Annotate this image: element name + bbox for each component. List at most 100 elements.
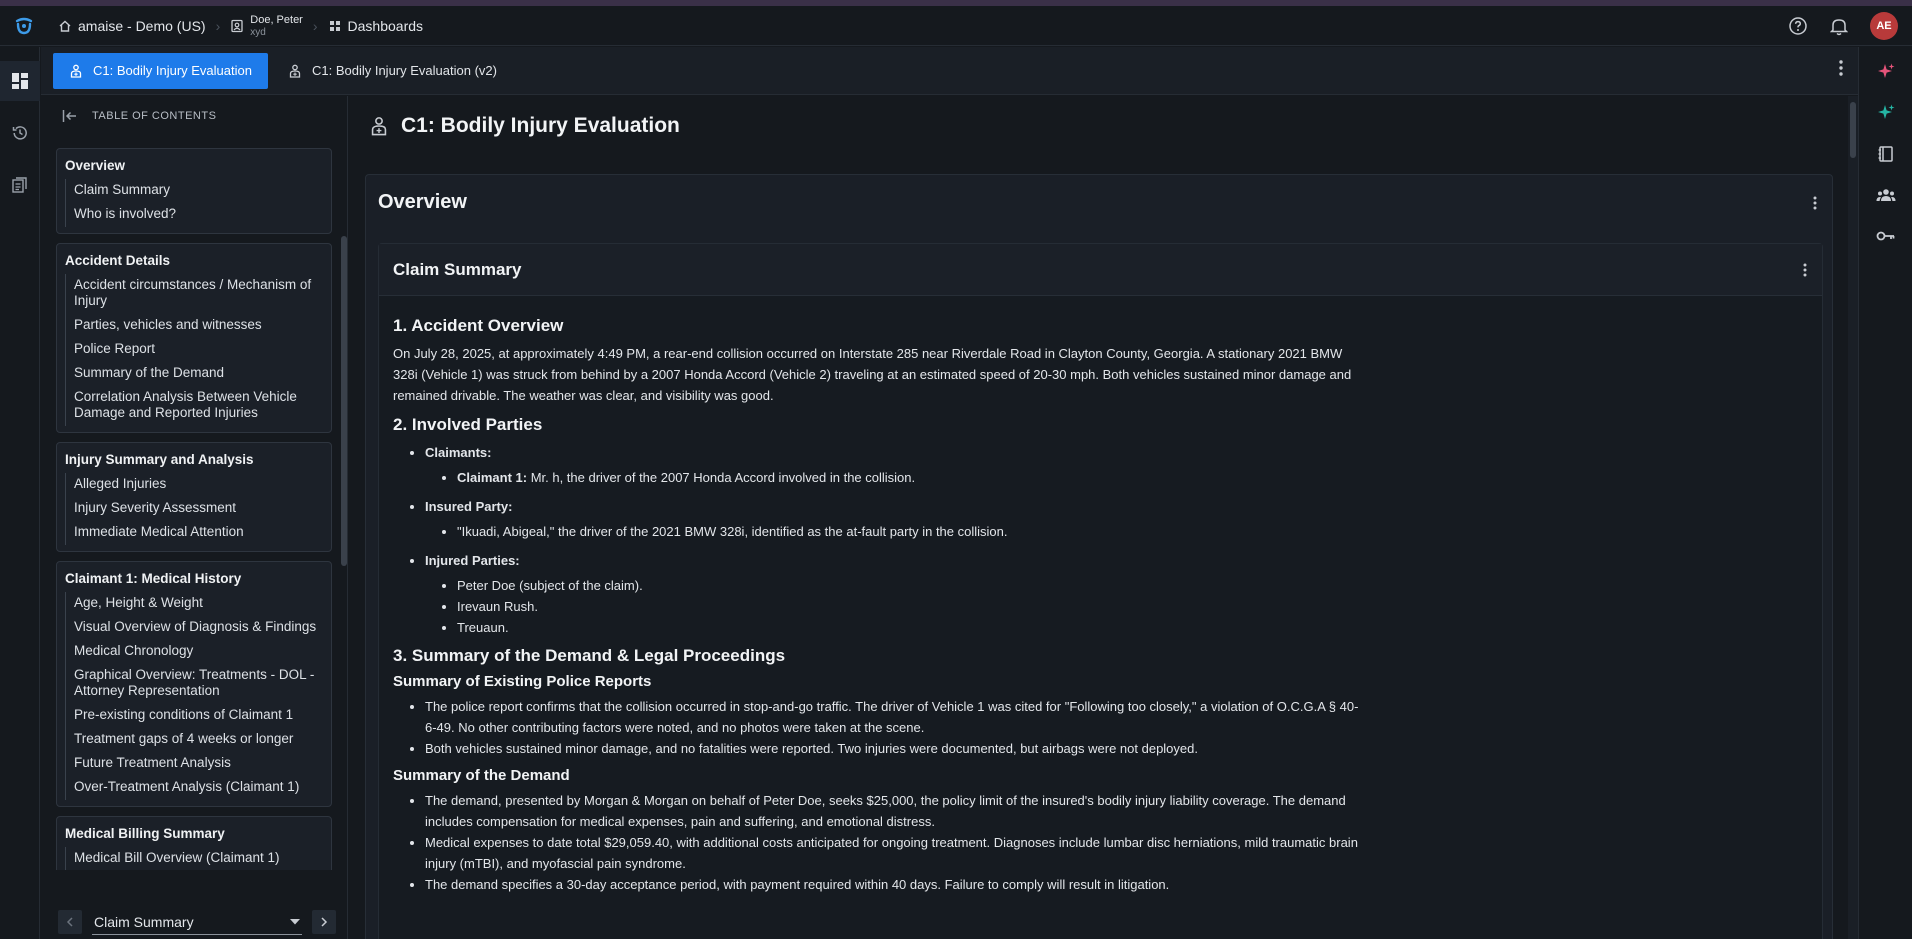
breadcrumb-org[interactable]: amaise - Demo (US) [48, 18, 216, 34]
main-content: C1: Bodily Injury Evaluation Overview Cl… [349, 96, 1858, 939]
breadcrumb-dashboards[interactable]: Dashboards [318, 18, 434, 34]
toc-item[interactable]: Pre-existing conditions of Claimant 1 [66, 704, 331, 728]
breadcrumb-person-sub: xyd [250, 26, 266, 38]
dashboard-icon [328, 19, 342, 33]
toc-group-title[interactable]: Medical Billing Summary [57, 826, 331, 847]
breadcrumb-person[interactable]: Doe, Peter xyd [220, 14, 313, 38]
injured-label: Injured Parties: [425, 553, 520, 568]
list-item: The demand specifies a 30-day acceptance… [425, 874, 1363, 895]
toc-item[interactable]: Age, Height & Weight [66, 592, 331, 616]
breadcrumb-org-label: amaise - Demo (US) [78, 17, 206, 34]
list-item: The police report confirms that the coll… [425, 696, 1363, 738]
list-item: Irevaun Rush. [457, 596, 1363, 617]
toc-group-items: Medical Bill Overview (Claimant 1) [65, 847, 331, 870]
breadcrumb-person-name: Doe, Peter [250, 13, 303, 26]
collapse-panel-icon[interactable] [62, 109, 78, 123]
tab-label: C1: Bodily Injury Evaluation (v2) [311, 63, 497, 78]
tab-bodily-injury-evaluation-v2[interactable]: C1: Bodily Injury Evaluation (v2) [272, 53, 513, 89]
list-item: "Ikuadi, Abigeal," the driver of the 202… [457, 521, 1363, 542]
next-section-button[interactable] [312, 910, 336, 934]
toc-item[interactable]: Injury Severity Assessment [66, 497, 331, 521]
right-rail [1858, 47, 1912, 939]
claim-summary-content: 1. Accident Overview On July 28, 2025, a… [393, 316, 1363, 903]
list-item: Treuaun. [457, 617, 1363, 638]
tab-bodily-injury-evaluation[interactable]: C1: Bodily Injury Evaluation [53, 52, 268, 89]
toc-item[interactable]: Alleged Injuries [66, 473, 331, 497]
claim-summary-title: Claim Summary [393, 259, 522, 279]
toc-group-title[interactable]: Overview [57, 158, 331, 179]
left-rail [0, 47, 40, 939]
toc-item[interactable]: Immediate Medical Attention [66, 521, 331, 545]
toc-group-items: Claim Summary Who is involved? [65, 179, 331, 227]
people-icon [1876, 186, 1896, 204]
notification-bell-icon[interactable] [1830, 16, 1848, 36]
table-of-contents: TABLE OF CONTENTS Overview Claim Summary W… [48, 96, 348, 939]
toc-header: TABLE OF CONTENTS [48, 96, 347, 136]
accident-overview-heading: 1. Accident Overview [393, 316, 564, 335]
toc-group-title[interactable]: Claimant 1: Medical History [57, 571, 331, 592]
list-item: Claimant 1: Mr. h, the driver of the 200… [457, 467, 1363, 488]
help-icon[interactable] [1788, 16, 1808, 36]
list-item: Medical expenses to date total $29,059.4… [425, 832, 1363, 874]
toc-item[interactable]: Treatment gaps of 4 weeks or longer [66, 728, 331, 752]
toc-item[interactable]: Parties, vehicles and witnesses [66, 314, 331, 338]
rail-documents[interactable] [0, 165, 40, 205]
rail-ai-assistant[interactable] [1859, 51, 1912, 92]
toc-item[interactable]: Medical Chronology [66, 640, 331, 664]
toc-item[interactable]: Summary of the Demand [66, 362, 331, 386]
toc-item[interactable]: Who is involved? [66, 203, 331, 227]
toc-item[interactable]: Correlation Analysis Between Vehicle Dam… [66, 386, 331, 426]
overview-title: Overview [378, 191, 467, 213]
user-avatar[interactable]: AE [1870, 12, 1898, 40]
toc-item[interactable]: Medical Bill Overview (Claimant 1) [66, 847, 331, 870]
toc-group: Overview Claim Summary Who is involved? [56, 148, 332, 234]
toc-group-title[interactable]: Accident Details [57, 253, 331, 274]
home-icon [58, 19, 72, 33]
rail-people[interactable] [1859, 174, 1912, 215]
list-item: The demand, presented by Morgan & Morgan… [425, 790, 1363, 832]
dashboard-icon [11, 72, 29, 90]
injured-person-icon [288, 64, 302, 78]
rail-ai-insights[interactable] [1859, 92, 1912, 133]
list-item: Insured Party: "Ikuadi, Abigeal," the dr… [425, 496, 1363, 542]
toc-item[interactable]: Over-Treatment Analysis (Claimant 1) [66, 776, 331, 800]
tab-label: C1: Bodily Injury Evaluation [93, 63, 252, 78]
toc-item[interactable]: Graphical Overview: Treatments - DOL - A… [66, 664, 331, 704]
notebook-icon [1877, 145, 1895, 163]
toc-group: Injury Summary and Analysis Alleged Injur… [56, 442, 332, 552]
section-select[interactable]: Claim Summary [92, 909, 302, 935]
rail-keys[interactable] [1859, 215, 1912, 256]
demand-summary-list: The demand, presented by Morgan & Morgan… [393, 790, 1363, 895]
dashboard-tabs: C1: Bodily Injury Evaluation C1: Bodily … [41, 47, 1858, 95]
involved-parties-list: Claimants: Claimant 1: Mr. h, the driver… [393, 442, 1363, 638]
toc-scrollbar[interactable] [341, 236, 347, 566]
rail-notebook[interactable] [1859, 133, 1912, 174]
toc-item[interactable]: Claim Summary [66, 179, 331, 203]
toc-item[interactable]: Visual Overview of Diagnosis & Findings [66, 616, 331, 640]
breadcrumb-dashboards-label: Dashboards [347, 17, 424, 34]
main-scrollbar-thumb[interactable] [1850, 102, 1856, 158]
list-item: Injured Parties: Peter Doe (subject of t… [425, 550, 1363, 638]
rail-dashboard[interactable] [0, 61, 40, 101]
more-vertical-icon[interactable] [1802, 262, 1808, 278]
more-vertical-icon[interactable] [1838, 59, 1844, 77]
toc-item[interactable]: Accident circumstances / Mechanism of In… [66, 274, 331, 314]
claimant1-label: Claimant 1: [457, 470, 528, 485]
toc-list: Overview Claim Summary Who is involved? Acc… [56, 148, 332, 870]
list-item: Both vehicles sustained minor damage, an… [425, 738, 1363, 759]
main-scrollbar[interactable] [1848, 96, 1858, 939]
accident-overview-text: On July 28, 2025, at approximately 4:49 … [393, 346, 1352, 403]
documents-icon [11, 176, 29, 194]
demand-heading: 3. Summary of the Demand & Legal Proceed… [393, 646, 786, 665]
toc-group-title[interactable]: Injury Summary and Analysis [57, 452, 331, 473]
toc-footer: Claim Summary [48, 904, 348, 939]
prev-section-button[interactable] [58, 910, 82, 934]
app-logo-icon[interactable] [0, 6, 48, 46]
page-title: C1: Bodily Injury Evaluation [369, 114, 680, 138]
demand-summary-heading: Summary of the Demand [393, 767, 570, 784]
toc-item[interactable]: Future Treatment Analysis [66, 752, 331, 776]
rail-history[interactable] [0, 113, 40, 153]
toc-item[interactable]: Police Report [66, 338, 331, 362]
top-bar: amaise - Demo (US) › Doe, Peter xyd › Da… [0, 6, 1912, 46]
more-vertical-icon[interactable] [1812, 195, 1818, 211]
